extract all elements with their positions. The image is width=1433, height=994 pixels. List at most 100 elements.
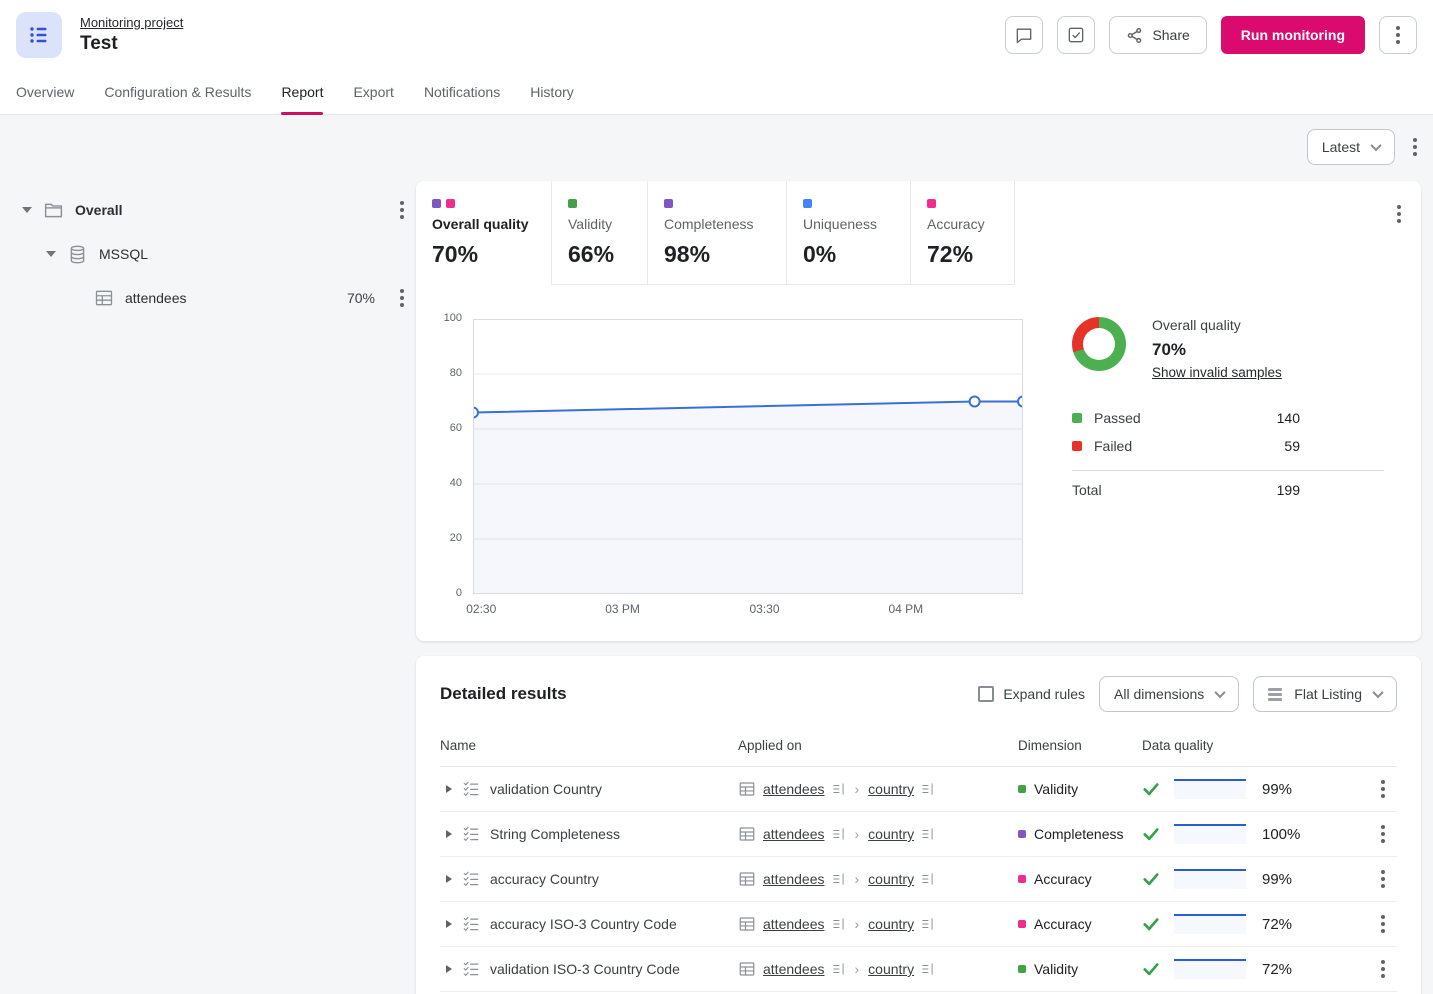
tree-item-label: Overall (75, 202, 122, 218)
panel-more-button[interactable] (1393, 201, 1405, 227)
metric-value: 0% (803, 241, 890, 268)
quality-percent: 99% (1262, 781, 1308, 798)
collapse-icon[interactable] (22, 207, 32, 213)
table-link[interactable]: attendees (763, 961, 825, 977)
table-row: accuracy ISO-3 Country Code attendees › … (440, 902, 1397, 947)
expand-row-icon[interactable] (446, 920, 452, 928)
share-button[interactable]: Share (1109, 16, 1206, 54)
collapse-icon[interactable] (46, 251, 56, 257)
tree-item-attendees[interactable]: attendees 70% (16, 276, 420, 320)
table-link[interactable]: attendees (763, 916, 825, 932)
summary-value: 70% (1152, 340, 1282, 360)
tree-item-menu[interactable] (396, 285, 408, 311)
passed-legend-swatch (1072, 413, 1082, 423)
dimension-filter[interactable]: All dimensions (1099, 676, 1239, 712)
run-monitoring-button[interactable]: Run monitoring (1221, 16, 1365, 54)
expand-row-icon[interactable] (446, 785, 452, 793)
report-toolbar: Latest (1307, 129, 1421, 165)
metric-value: 72% (927, 241, 994, 268)
metric-value: 98% (664, 241, 766, 268)
attribute-profile-icon (921, 827, 935, 841)
tasks-button[interactable] (1057, 16, 1095, 54)
share-icon (1126, 27, 1143, 44)
detailed-results-panel: Detailed results Expand rules All dimens… (416, 656, 1421, 994)
attribute-link[interactable]: country (868, 781, 914, 797)
expand-row-icon[interactable] (446, 875, 452, 883)
attribute-link[interactable]: country (868, 961, 914, 977)
x-axis-tick: 02:30 (466, 602, 496, 616)
dimension-swatch (1018, 875, 1026, 883)
metric-card-uniqueness[interactable]: Uniqueness 0% (787, 181, 911, 285)
tree-item-mssql[interactable]: MSSQL (16, 232, 420, 276)
tab-configuration-results[interactable]: Configuration & Results (104, 70, 251, 114)
row-menu-button[interactable] (1377, 821, 1389, 847)
rule-checklist-icon (462, 825, 480, 843)
passed-check-icon (1142, 871, 1160, 887)
expand-rules-toggle[interactable]: Expand rules (978, 686, 1085, 702)
row-menu-button[interactable] (1377, 776, 1389, 802)
attribute-profile-icon (832, 872, 846, 886)
rule-name: String Completeness (490, 826, 620, 842)
rule-name: validation Country (490, 781, 602, 797)
failed-label: Failed (1094, 438, 1132, 454)
app-header: Monitoring project Test Share Run monito… (0, 0, 1433, 70)
tab-history[interactable]: History (530, 70, 574, 114)
attribute-link[interactable]: country (868, 826, 914, 842)
row-menu-button[interactable] (1377, 866, 1389, 892)
tab-overview[interactable]: Overview (16, 70, 74, 114)
attribute-profile-icon (921, 872, 935, 886)
tree-item-overall[interactable]: Overall (16, 188, 420, 232)
tab-bar: Overview Configuration & Results Report Exp… (0, 70, 1433, 115)
comments-button[interactable] (1005, 16, 1043, 54)
summary-title: Overall quality (1152, 317, 1282, 333)
passed-check-icon (1142, 826, 1160, 842)
attribute-link[interactable]: country (868, 871, 914, 887)
expand-row-icon[interactable] (446, 830, 452, 838)
quality-sparkline (1174, 779, 1246, 799)
database-icon (67, 244, 88, 265)
table-link[interactable]: attendees (763, 781, 825, 797)
metric-card-completeness[interactable]: Completeness98% (648, 181, 787, 285)
show-invalid-samples-link[interactable]: Show invalid samples (1152, 365, 1282, 380)
breadcrumb[interactable]: Monitoring project (80, 15, 183, 30)
col-applied: Applied on (738, 738, 1018, 753)
project-type-icon (16, 12, 62, 58)
tree-item-label: attendees (125, 290, 187, 306)
chevron-right-icon: › (853, 871, 862, 887)
y-axis-tick: 60 (416, 422, 462, 434)
quality-sparkline (1174, 869, 1246, 889)
results-table-header: Name Applied on Dimension Data quality (440, 730, 1397, 767)
tree-item-quality: 70% (347, 290, 375, 306)
version-selector[interactable]: Latest (1307, 129, 1395, 165)
attribute-link[interactable]: country (868, 916, 914, 932)
dimension-swatch (1018, 830, 1026, 838)
tab-report[interactable]: Report (281, 70, 323, 114)
view-selector[interactable]: Flat Listing (1253, 676, 1397, 712)
dimension-dots (568, 199, 627, 208)
row-menu-button[interactable] (1377, 956, 1389, 982)
row-menu-button[interactable] (1377, 911, 1389, 937)
tab-export[interactable]: Export (353, 70, 393, 114)
chevron-down-icon (1215, 687, 1226, 698)
table-link[interactable]: attendees (763, 871, 825, 887)
metric-card-accuracy[interactable]: Accuracy72% (911, 181, 1015, 285)
metric-card-validity[interactable]: Validity66% (552, 181, 648, 285)
quality-percent: 72% (1262, 961, 1308, 978)
header-more-button[interactable] (1379, 16, 1417, 54)
chevron-right-icon: › (853, 916, 862, 932)
report-more-button[interactable] (1409, 134, 1421, 160)
expand-row-icon[interactable] (446, 965, 452, 973)
table-link[interactable]: attendees (763, 826, 825, 842)
x-axis-tick: 04 PM (889, 602, 924, 616)
failed-legend-swatch (1072, 441, 1082, 451)
checkbox-icon[interactable] (978, 686, 994, 702)
dimension-dots (432, 199, 531, 208)
tab-notifications[interactable]: Notifications (424, 70, 500, 114)
table-icon (738, 780, 756, 798)
passed-check-icon (1142, 961, 1160, 977)
tree-item-menu[interactable] (396, 197, 408, 223)
rule-checklist-icon (462, 780, 480, 798)
metric-card-overall-quality[interactable]: Overall quality70% (416, 181, 552, 285)
metric-label: Uniqueness (803, 216, 890, 232)
kebab-icon (1392, 22, 1404, 48)
